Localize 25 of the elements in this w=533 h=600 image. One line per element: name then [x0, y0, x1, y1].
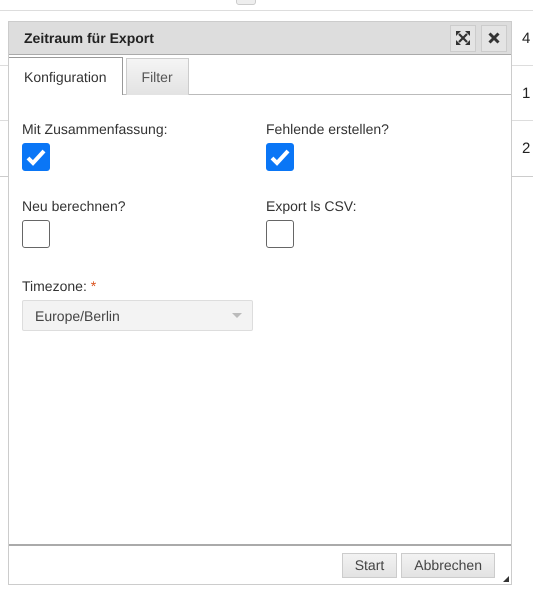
- field-label: Timezone: *: [22, 278, 98, 294]
- maximize-button[interactable]: [450, 24, 476, 52]
- dropdown-arrow-icon: [232, 313, 242, 318]
- tab[interactable]: Konfiguration: [9, 57, 123, 95]
- close-icon: [488, 32, 500, 44]
- checkbox-label: Fehlende erstellen?: [266, 121, 390, 137]
- required-mark: *: [90, 278, 96, 294]
- dialog-button[interactable]: Start: [342, 552, 398, 578]
- dialog-button[interactable]: Abbrechen: [401, 552, 495, 578]
- checkbox[interactable]: [22, 220, 50, 248]
- checkbox[interactable]: [22, 143, 50, 171]
- close-button[interactable]: [481, 24, 507, 52]
- checkbox-label: Mit Zusammenfassung:: [22, 121, 168, 137]
- timezone-select[interactable]: Europe/Berlin: [22, 300, 253, 331]
- tab[interactable]: Filter: [126, 58, 189, 95]
- resize-grip-icon[interactable]: [503, 576, 509, 582]
- table-cell: 1: [522, 84, 530, 102]
- checkbox-label: Export ls CSV:: [266, 198, 358, 214]
- expand-icon: [456, 31, 470, 45]
- table-cell: 4: [522, 30, 530, 46]
- checkbox[interactable]: [266, 143, 294, 171]
- dialog-title: Zeitraum für Export: [24, 30, 155, 46]
- checkbox-label: Neu berechnen?: [22, 198, 127, 214]
- checkbox[interactable]: [266, 220, 294, 248]
- table-cell: 2: [522, 140, 530, 157]
